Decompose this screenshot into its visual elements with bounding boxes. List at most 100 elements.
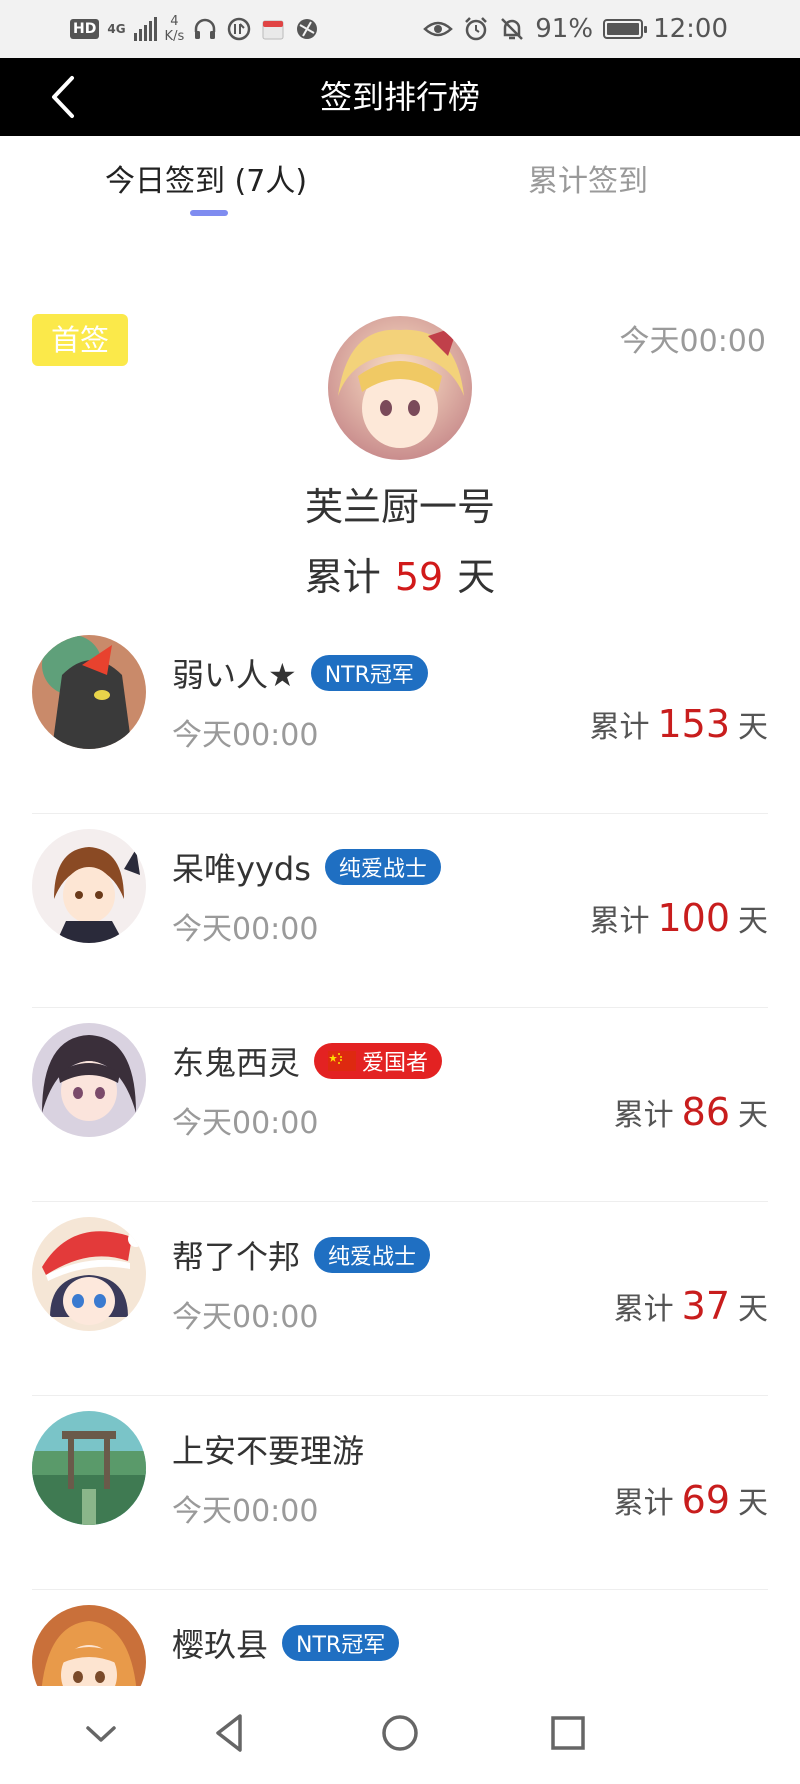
home-circle-icon: [382, 1715, 418, 1751]
avatar[interactable]: [32, 829, 146, 943]
first-sign-badge: 首签: [32, 314, 128, 366]
avatar[interactable]: [32, 635, 146, 749]
eye-icon: [423, 21, 454, 37]
first-sign-total-suffix: 天: [457, 555, 496, 599]
total-days-prefix: 累计: [613, 1486, 674, 1521]
checkin-time: 今天00:00: [172, 1106, 319, 1141]
tab-total-checkin[interactable]: 累计签到: [528, 156, 648, 200]
avatar[interactable]: [32, 1411, 146, 1525]
browser-icon: [297, 19, 318, 39]
page-title: 签到排行榜: [319, 78, 480, 116]
tab-active-indicator: [190, 210, 228, 216]
total-days-count: 37: [681, 1284, 730, 1328]
checkin-time: 今天00:00: [172, 1494, 319, 1529]
signal-icon: [133, 17, 157, 41]
total-days-prefix: 累计: [613, 1292, 674, 1327]
avatar[interactable]: [32, 1217, 146, 1331]
total-days-suffix: 天: [738, 1098, 768, 1133]
data-saver-icon: [227, 17, 251, 41]
total-days-prefix: 累计: [589, 904, 650, 939]
checkin-time: 今天00:00: [172, 912, 319, 947]
clock: 12:00: [653, 14, 728, 44]
back-triangle-icon: [216, 1714, 242, 1752]
tab-today-checkin[interactable]: 今日签到 (7人): [105, 156, 307, 200]
user-title-badge: NTR冠军: [310, 655, 428, 691]
user-name-line: 上安不要理游: [172, 1426, 364, 1472]
checkin-list: 弱い人★ NTR冠军 今天00:00 累计 153 天 呆唯yyds 纯爱战士 今天…: [0, 620, 800, 1784]
user-name-line: 东鬼西灵 爱国者: [172, 1038, 443, 1084]
nav-recents-button[interactable]: [543, 1708, 593, 1758]
total-days-prefix: 累计: [589, 710, 650, 745]
first-sign-total-prefix: 累计: [304, 555, 381, 599]
network-type: 4G: [107, 22, 126, 36]
total-days: 累计 153 天: [589, 702, 768, 746]
user-name[interactable]: 樱玖县: [172, 1620, 268, 1666]
avatar[interactable]: [32, 1023, 146, 1137]
network-speed-value: 4: [170, 14, 179, 29]
chevron-down-icon: [86, 1726, 116, 1742]
app-header: 签到排行榜: [0, 58, 800, 136]
hd-indicator: HD: [70, 19, 100, 39]
list-item[interactable]: 帮了个邦 纯爱战士 今天00:00 累计 37 天: [0, 1202, 800, 1396]
recents-square-icon: [551, 1716, 585, 1750]
first-sign-total-days: 59: [394, 555, 444, 599]
system-nav-bar: [0, 1686, 800, 1778]
user-name-line: 呆唯yyds 纯爱战士: [172, 844, 441, 890]
avatar-image: [32, 1411, 146, 1525]
user-title-badge: 纯爱战士: [324, 849, 441, 885]
total-days-count: 86: [681, 1090, 730, 1134]
network-speed-unit: K/s: [164, 29, 185, 44]
user-name[interactable]: 帮了个邦: [172, 1232, 300, 1278]
first-sign-avatar[interactable]: [328, 316, 472, 460]
total-days-suffix: 天: [738, 1292, 768, 1327]
status-bar-right: 91% 12:00: [423, 12, 728, 46]
total-days: 累计 100 天: [589, 896, 768, 940]
total-days-count: 100: [657, 896, 730, 940]
user-title-badge: NTR冠军: [282, 1625, 400, 1661]
total-days-count: 69: [681, 1478, 730, 1522]
first-sign-time: 今天00:00: [619, 324, 766, 359]
user-title-badge: 纯爱战士: [314, 1237, 431, 1273]
list-item[interactable]: 弱い人★ NTR冠军 今天00:00 累计 153 天: [0, 620, 800, 814]
avatar-image: [32, 829, 146, 943]
alarm-icon: [465, 17, 488, 41]
tab-bar: 今日签到 (7人) 累计签到: [0, 136, 800, 226]
avatar-image: [32, 1217, 146, 1331]
nav-home-button[interactable]: [375, 1708, 425, 1758]
user-name[interactable]: 上安不要理游: [172, 1426, 364, 1472]
headset-icon: [194, 18, 216, 39]
mute-bell-icon: [501, 18, 524, 40]
list-item[interactable]: 上安不要理游 今天00:00 累计 69 天: [0, 1396, 800, 1590]
checkin-time: 今天00:00: [172, 718, 319, 753]
total-days-count: 153: [657, 702, 730, 746]
nav-back-button[interactable]: [206, 1708, 256, 1758]
total-days-suffix: 天: [738, 904, 768, 939]
china-flag-icon: [328, 1051, 357, 1071]
battery-percent: 91%: [535, 14, 594, 44]
total-days-suffix: 天: [738, 1486, 768, 1521]
user-name[interactable]: 弱い人★: [172, 650, 297, 696]
total-days: 累计 86 天: [614, 1090, 768, 1134]
battery-icon: [603, 19, 648, 39]
total-days-prefix: 累计: [613, 1098, 674, 1133]
user-name[interactable]: 呆唯yyds: [172, 844, 311, 890]
status-bar: HD 4G 4 K/s 91% 12:00: [0, 0, 800, 58]
user-name-line: 弱い人★ NTR冠军: [172, 650, 428, 696]
status-bar-left: HD 4G 4 K/s: [70, 12, 320, 46]
avatar-image: [32, 635, 146, 749]
app-notification-icon: [262, 20, 284, 40]
user-title-badge-label: 爱国者: [362, 1051, 429, 1076]
network-speed: 4 K/s: [165, 14, 185, 44]
user-name-line: 帮了个邦 纯爱战士: [172, 1232, 431, 1278]
first-sign-total: 累计 59 天: [0, 546, 800, 601]
avatar-image: [328, 316, 472, 460]
checkin-time: 今天00:00: [172, 1300, 319, 1335]
list-item[interactable]: 呆唯yyds 纯爱战士 今天00:00 累计 100 天: [0, 814, 800, 1008]
total-days-suffix: 天: [738, 710, 768, 745]
list-item[interactable]: 东鬼西灵 爱国者 今天00:00 累计 86 天: [0, 1008, 800, 1202]
user-name[interactable]: 东鬼西灵: [172, 1038, 300, 1084]
total-days: 累计 69 天: [614, 1478, 768, 1522]
user-name-line: 樱玖县 NTR冠军: [172, 1620, 400, 1666]
first-sign-name[interactable]: 芙兰厨一号: [0, 476, 800, 531]
nav-hide-button[interactable]: [76, 1708, 126, 1758]
